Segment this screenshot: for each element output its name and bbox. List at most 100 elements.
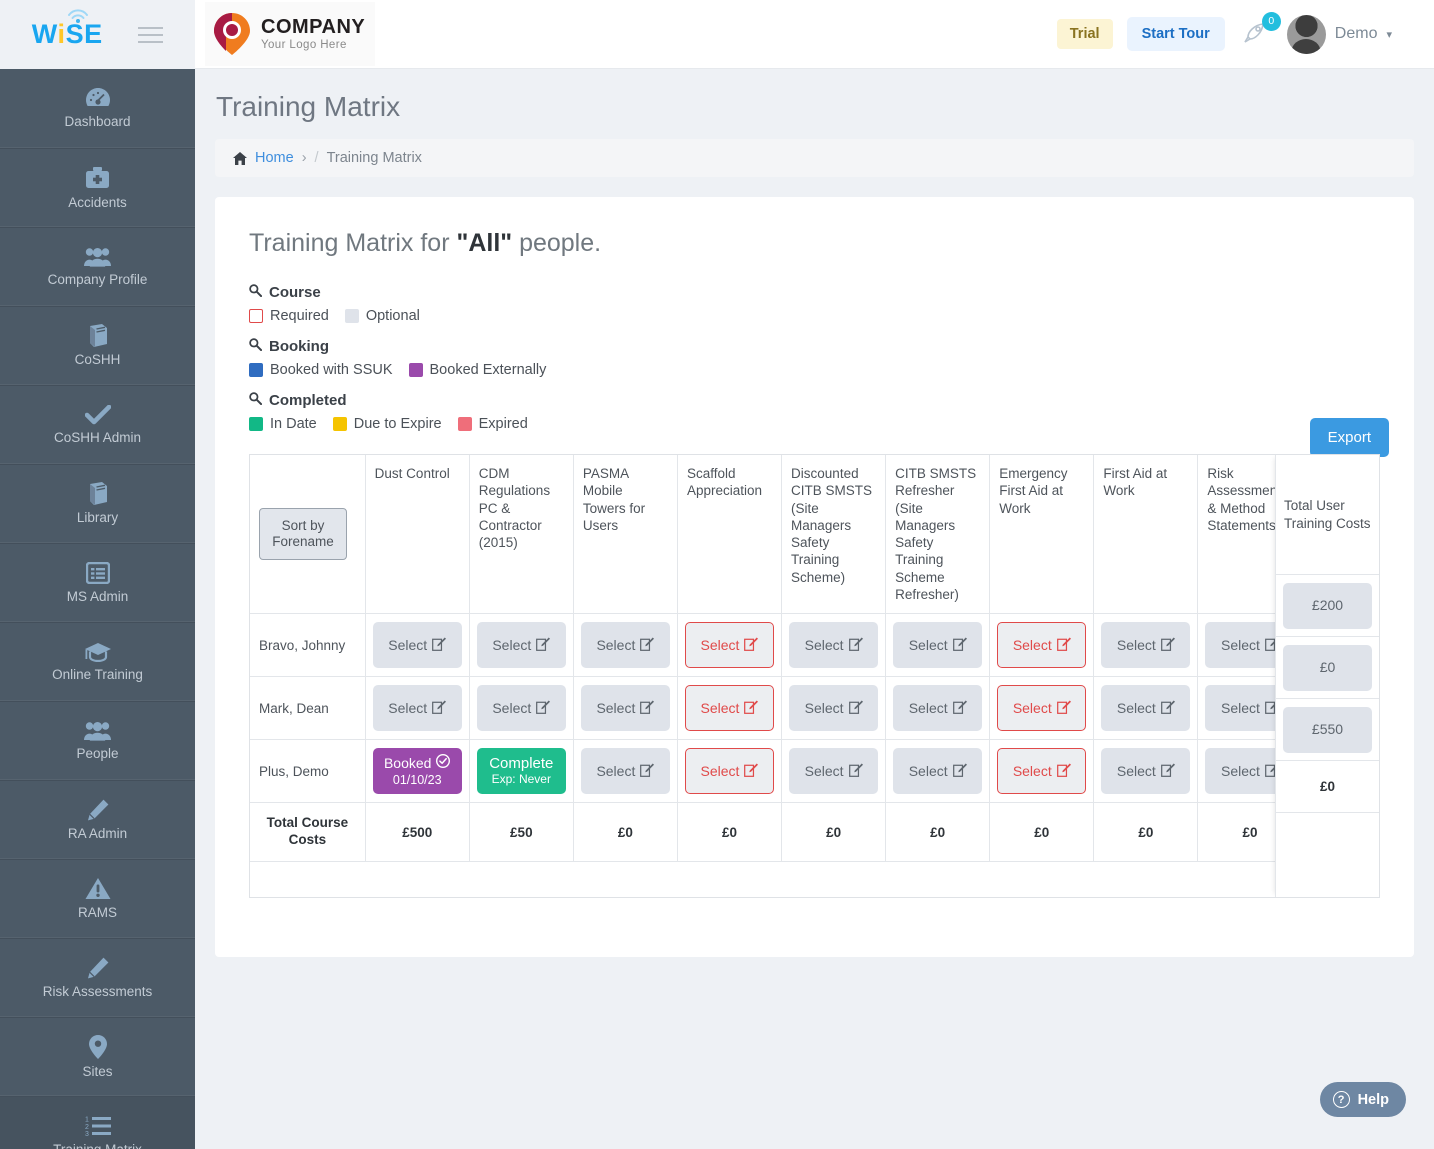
map-pin-icon: [88, 1034, 107, 1059]
user-menu[interactable]: Demo ▾: [1286, 14, 1392, 54]
chip-label: Select: [1012, 637, 1052, 654]
sidebar-item-label: CoSHH: [74, 352, 121, 368]
sort-header-cell: Sort by Forename: [250, 455, 366, 615]
sidebar-item-rams[interactable]: RAMS: [0, 859, 195, 938]
legend-item-label: Booked Externally: [429, 362, 547, 378]
chip-label: Booked: [383, 754, 432, 771]
select-chip-optional[interactable]: Select: [789, 622, 879, 669]
legend-swatch: [249, 363, 263, 377]
sidebar-item-people[interactable]: People: [0, 701, 195, 780]
help-button[interactable]: ? Help: [1319, 1082, 1406, 1117]
legend-swatch: [457, 417, 472, 431]
select-chip-required[interactable]: Select: [997, 748, 1087, 795]
breadcrumb-slash: /: [314, 150, 319, 166]
total-course-cost-cell: £0: [989, 802, 1095, 862]
select-chip-optional[interactable]: Select: [893, 622, 983, 669]
select-chip-optional[interactable]: Select: [580, 685, 670, 732]
warning-triangle-icon: [85, 877, 111, 900]
select-chip-optional[interactable]: Select: [1101, 748, 1191, 795]
sidebar-item-training-matrix[interactable]: 123 Training Matrix: [0, 1096, 195, 1149]
rocket-notification-button[interactable]: 0: [1239, 11, 1281, 49]
sidebar-toggle-button[interactable]: [138, 26, 164, 43]
person-name-cell: Bravo, Johnny: [250, 613, 366, 678]
select-chip-required[interactable]: Select: [684, 685, 775, 732]
chip-label: Select: [804, 637, 844, 654]
select-chip-optional[interactable]: Select: [789, 748, 879, 795]
export-button[interactable]: Export: [1309, 418, 1389, 457]
user-name-label: Demo: [1334, 25, 1378, 42]
sidebar-item-coshh[interactable]: CoSHH: [0, 306, 195, 385]
chip-label: Select: [1116, 763, 1156, 780]
matrix-cell: Select: [1093, 613, 1199, 678]
sidebar-item-online-training[interactable]: Online Training: [0, 622, 195, 701]
training-matrix-table-wrapper: Sort by Forename Dust Control CDM Regulat…: [249, 454, 1380, 898]
sidebar-item-ms-admin[interactable]: MS Admin: [0, 543, 195, 622]
edit-pencil-icon: [744, 700, 759, 717]
total-user-cost-chip[interactable]: £200: [1283, 582, 1372, 629]
edit-pencil-icon: [1056, 763, 1071, 780]
column-header: First Aid at Work: [1093, 455, 1199, 615]
app-root: WiSE Dashboard Accidents Company Profile Co…: [0, 0, 1434, 1149]
matrix-cell: Select: [885, 613, 991, 678]
select-chip-optional[interactable]: Select: [580, 748, 670, 795]
matrix-cell: Select: [989, 613, 1095, 678]
select-chip-required[interactable]: Select: [997, 685, 1087, 732]
legend-items: Required Optional: [249, 308, 1396, 324]
numbered-list-icon: 123: [85, 1115, 111, 1137]
legend-group-title: Course: [249, 284, 1396, 301]
table-row: Bravo, Johnny Select Select Select Select Sel…: [250, 613, 1379, 678]
sidebar-item-ra-admin[interactable]: RA Admin: [0, 780, 195, 859]
select-chip-optional[interactable]: Select: [580, 622, 670, 669]
booked-externally-chip[interactable]: Booked 01/10/23: [372, 748, 462, 795]
start-tour-button[interactable]: Start Tour: [1126, 17, 1225, 51]
training-matrix-scroll-area[interactable]: Sort by Forename Dust Control CDM Regulat…: [250, 455, 1379, 897]
select-chip-optional[interactable]: Select: [372, 685, 462, 732]
sort-by-forename-button[interactable]: Sort by Forename: [259, 507, 347, 561]
matrix-heading: Training Matrix for "All" people.: [249, 229, 1396, 258]
complete-chip[interactable]: Complete Exp: Never: [476, 748, 566, 795]
wise-logo[interactable]: WiSE: [32, 9, 103, 48]
sidebar-item-company-profile[interactable]: Company Profile: [0, 227, 195, 306]
table-row: Mark, Dean Select Select Select Select Select…: [250, 676, 1379, 741]
edit-pencil-icon: [744, 637, 759, 654]
select-chip-required[interactable]: Select: [684, 748, 775, 795]
select-chip-optional[interactable]: Select: [372, 622, 462, 669]
select-chip-required[interactable]: Select: [997, 622, 1087, 669]
svg-text:1: 1: [85, 1116, 89, 1123]
total-user-cost-chip[interactable]: £0: [1283, 644, 1372, 691]
legend-item-label: Optional: [365, 308, 420, 324]
sidebar-item-label: RAMS: [77, 905, 117, 921]
edit-pencil-icon: [536, 700, 551, 717]
matrix-cell: Select: [781, 676, 887, 741]
total-user-cost-chip[interactable]: £550: [1283, 706, 1372, 753]
edit-pencil-icon: [848, 763, 863, 780]
chip-label: Select: [1116, 700, 1156, 717]
edit-pencil-icon: [1056, 700, 1071, 717]
legend-item-label: Due to Expire: [353, 416, 442, 432]
total-course-cost-cell: £0: [573, 802, 678, 862]
matrix-heading-suffix: people.: [512, 229, 602, 257]
sidebar-item-accidents[interactable]: Accidents: [0, 148, 195, 227]
select-chip-required[interactable]: Select: [684, 622, 775, 669]
chip-label: Select: [1221, 637, 1260, 654]
select-chip-optional[interactable]: Select: [893, 748, 983, 795]
matrix-cell: Select: [1093, 676, 1199, 741]
svg-text:2: 2: [85, 1124, 89, 1131]
matrix-cell: Select: [573, 676, 678, 741]
sidebar-item-coshh-admin[interactable]: CoSHH Admin: [0, 385, 195, 464]
matrix-cell: Select: [989, 739, 1095, 804]
sidebar-item-risk-assessments[interactable]: Risk Assessments: [0, 938, 195, 1017]
trial-badge[interactable]: Trial: [1056, 19, 1113, 49]
sidebar-item-library[interactable]: Library: [0, 464, 195, 543]
select-chip-optional[interactable]: Select: [1101, 622, 1191, 669]
select-chip-optional[interactable]: Select: [893, 685, 983, 732]
breadcrumb-home-link[interactable]: Home: [255, 150, 294, 166]
select-chip-optional[interactable]: Select: [1101, 685, 1191, 732]
select-chip-optional[interactable]: Select: [476, 622, 566, 669]
sidebar-item-dashboard[interactable]: Dashboard: [0, 69, 195, 148]
select-chip-optional[interactable]: Select: [789, 685, 879, 732]
sidebar-item-sites[interactable]: Sites: [0, 1017, 195, 1096]
chip-label: Select: [804, 763, 844, 780]
legend-items: In Date Due to Expire Expired: [249, 416, 1396, 432]
select-chip-optional[interactable]: Select: [476, 685, 566, 732]
